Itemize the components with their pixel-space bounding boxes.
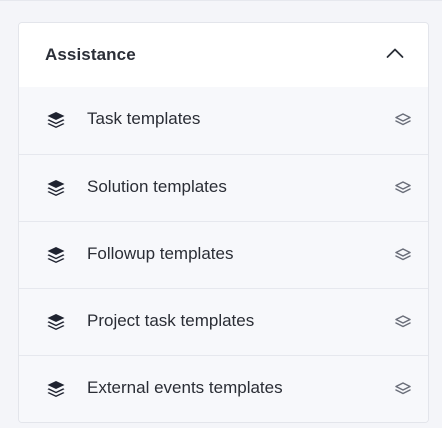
- list-item-solution-templates[interactable]: Solution templates: [19, 154, 428, 221]
- list-item-label: Project task templates: [87, 311, 255, 330]
- chevron-up-icon[interactable]: [386, 46, 404, 60]
- assistance-panel: Assistance Task templates Solution templ…: [18, 22, 429, 423]
- list-item-external-events-templates[interactable]: External events templates: [19, 355, 428, 422]
- layers-outline-icon[interactable]: [394, 112, 412, 128]
- list-item-label: Task templates: [87, 109, 201, 128]
- list-item-label: External events templates: [87, 378, 283, 397]
- panel-title: Assistance: [45, 45, 136, 64]
- layers-outline-icon[interactable]: [394, 247, 412, 263]
- layers-filled-icon: [46, 380, 66, 398]
- layers-outline-icon[interactable]: [394, 381, 412, 397]
- layers-outline-icon[interactable]: [394, 180, 412, 196]
- panel-header[interactable]: Assistance: [19, 23, 428, 87]
- layers-filled-icon: [46, 313, 66, 331]
- top-divider: [0, 0, 442, 1]
- list-item-project-task-templates[interactable]: Project task templates: [19, 288, 428, 355]
- layers-filled-icon: [46, 179, 66, 197]
- list-item-label: Solution templates: [87, 177, 227, 196]
- layers-outline-icon[interactable]: [394, 314, 412, 330]
- layers-filled-icon: [46, 246, 66, 264]
- list-item-label: Followup templates: [87, 244, 234, 263]
- template-list: Task templates Solution templates Follow…: [19, 87, 428, 422]
- list-item-task-templates[interactable]: Task templates: [19, 87, 428, 154]
- layers-filled-icon: [46, 111, 66, 129]
- list-item-followup-templates[interactable]: Followup templates: [19, 221, 428, 288]
